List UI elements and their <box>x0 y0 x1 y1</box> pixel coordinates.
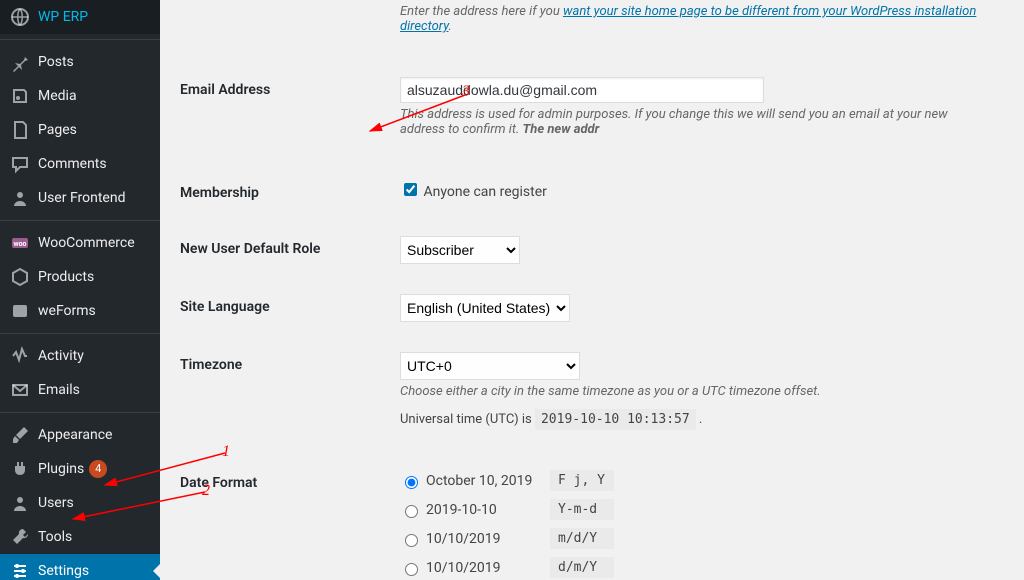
product-icon <box>10 267 30 287</box>
sidebar-item-comments[interactable]: Comments <box>0 147 160 181</box>
date-format-label: Date Format <box>180 455 390 580</box>
date-format-code-1: Y-m-d <box>550 499 614 520</box>
sidebar-item-label: Pages <box>38 122 77 138</box>
sidebar-item-pages[interactable]: Pages <box>0 113 160 147</box>
tools-icon <box>10 527 30 547</box>
sidebar-item-label: weForms <box>38 303 96 319</box>
sidebar-item-label: Plugins <box>38 461 84 477</box>
membership-checkbox[interactable] <box>404 183 417 196</box>
sidebar-item-label: Appearance <box>38 427 112 443</box>
page-icon <box>10 120 30 140</box>
pin-icon <box>10 52 30 72</box>
users-icon <box>10 493 30 513</box>
email-input[interactable] <box>400 77 764 103</box>
comment-icon <box>10 154 30 174</box>
settings-icon <box>10 561 30 580</box>
site-language-label: Site Language <box>180 279 390 337</box>
media-icon <box>10 86 30 106</box>
sidebar-item-tools[interactable]: Tools <box>0 520 160 554</box>
date-format-code-3: d/m/Y <box>550 557 614 578</box>
date-format-option-0[interactable]: October 10, 2019 <box>400 473 550 489</box>
sidebar-item-posts[interactable]: Posts <box>0 45 160 79</box>
default-role-label: New User Default Role <box>180 221 390 279</box>
email-icon <box>10 380 30 400</box>
sidebar-item-label: User Frontend <box>38 190 125 206</box>
brush-icon <box>10 425 30 445</box>
sidebar-item-activity[interactable]: Activity <box>0 339 160 373</box>
site-address-description: Enter the address here if you want your … <box>400 4 994 34</box>
svg-text:woo: woo <box>13 240 26 248</box>
weforms-icon <box>10 301 30 321</box>
sidebar-item-label: WooCommerce <box>38 235 135 251</box>
sidebar-item-appearance[interactable]: Appearance <box>0 418 160 452</box>
timezone-utc-line: Universal time (UTC) is 2019-10-10 10:13… <box>400 412 994 427</box>
sidebar-item-label: Media <box>38 88 77 104</box>
sidebar-item-label: Users <box>38 495 74 511</box>
sidebar-item-label: Products <box>38 269 94 285</box>
timezone-label: Timezone <box>180 337 390 455</box>
email-label: Email Address <box>180 82 270 98</box>
sidebar-item-wperp[interactable]: WP ERP <box>0 0 160 34</box>
sidebar-item-woocommerce[interactable]: woo WooCommerce <box>0 226 160 260</box>
admin-sidebar: WP ERP Posts Media Pages Comments User F… <box>0 0 160 580</box>
woo-icon: woo <box>10 233 30 253</box>
date-format-option-2[interactable]: 10/10/2019 <box>400 531 550 547</box>
sidebar-item-settings[interactable]: Settings <box>0 554 160 580</box>
email-description: This address is used for admin purposes.… <box>400 107 994 137</box>
date-format-option-3[interactable]: 10/10/2019 <box>400 560 550 576</box>
sidebar-item-label: Settings <box>38 563 89 579</box>
plugins-badge: 4 <box>89 460 107 478</box>
sidebar-item-weforms[interactable]: weForms <box>0 294 160 328</box>
sidebar-item-emails[interactable]: Emails <box>0 373 160 407</box>
default-role-select[interactable]: Subscriber <box>400 236 520 264</box>
site-language-select[interactable]: English (United States) <box>400 294 570 322</box>
sidebar-item-users[interactable]: Users <box>0 486 160 520</box>
sidebar-item-label: Posts <box>38 54 74 70</box>
activity-icon <box>10 346 30 366</box>
sidebar-item-label: Comments <box>38 156 107 172</box>
plugin-icon <box>10 459 30 479</box>
sidebar-item-label: Emails <box>38 382 80 398</box>
timezone-select[interactable]: UTC+0 <box>400 352 580 380</box>
sidebar-item-plugins[interactable]: Plugins 4 <box>0 452 160 486</box>
globe-icon <box>10 7 30 27</box>
membership-label: Membership <box>180 165 390 221</box>
date-format-code-2: m/d/Y <box>550 528 614 549</box>
sidebar-item-userfrontend[interactable]: User Frontend <box>0 181 160 215</box>
date-format-code-0: F j, Y <box>550 470 614 491</box>
settings-content: Enter the address here if you want your … <box>160 0 1024 580</box>
sidebar-item-label: WP ERP <box>38 9 88 25</box>
sidebar-item-media[interactable]: Media <box>0 79 160 113</box>
sidebar-item-label: Activity <box>38 348 84 364</box>
sidebar-item-label: Tools <box>38 529 72 545</box>
membership-checkbox-label[interactable]: Anyone can register <box>400 184 547 200</box>
user-icon <box>10 188 30 208</box>
date-format-option-1[interactable]: 2019-10-10 <box>400 502 550 518</box>
sidebar-item-products[interactable]: Products <box>0 260 160 294</box>
timezone-description: Choose either a city in the same timezon… <box>400 384 994 399</box>
